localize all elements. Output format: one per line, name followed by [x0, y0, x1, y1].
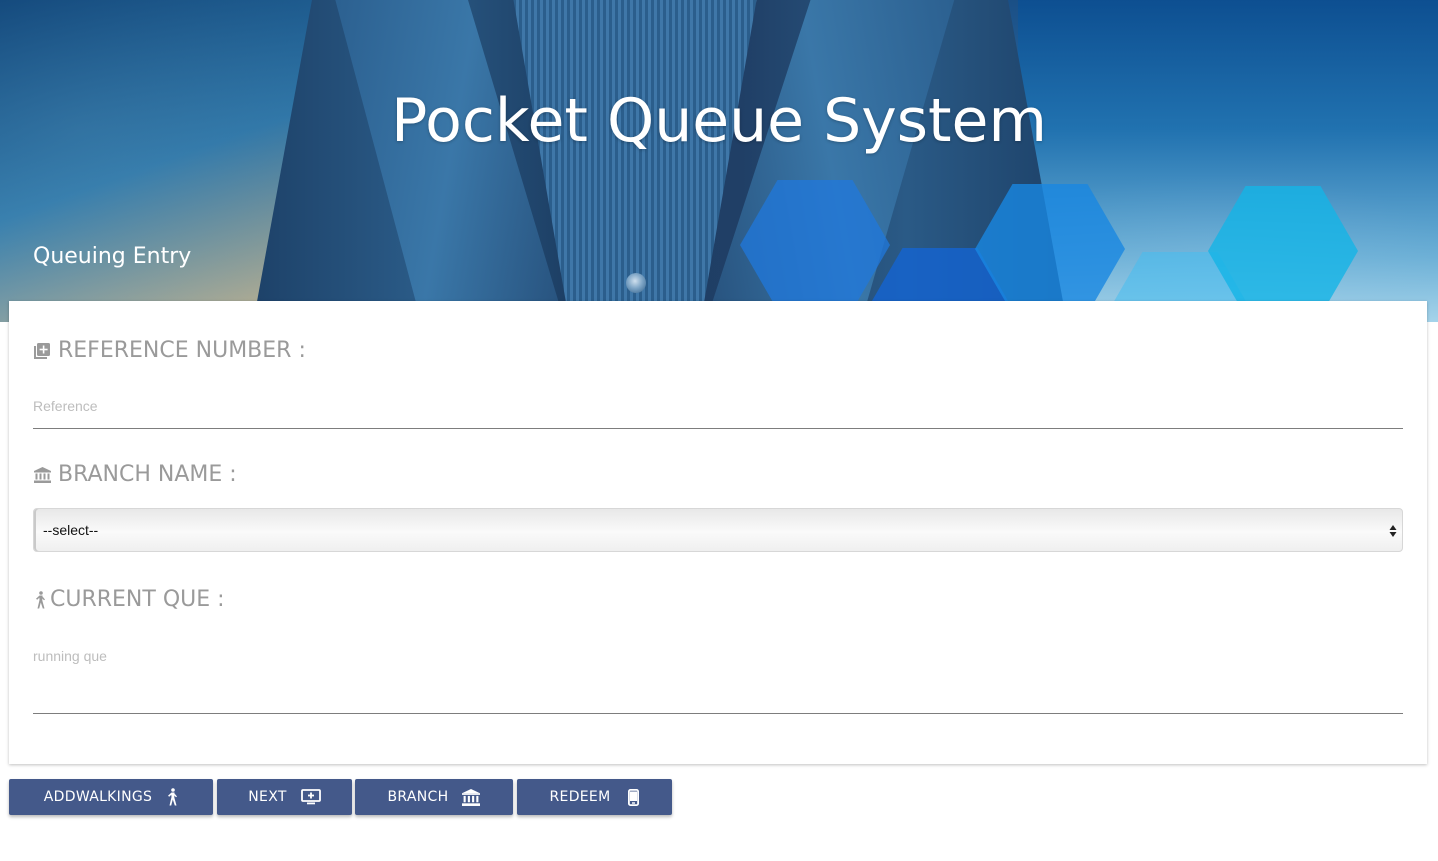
walking-person-icon [166, 788, 178, 806]
branch-button-label: BRANCH [387, 789, 449, 805]
branch-select[interactable]: --select-- [33, 508, 1403, 552]
current-que-label-text: CURRENT QUE : [50, 587, 225, 612]
current-que-label: CURRENT QUE : [33, 587, 225, 612]
branch-name-label-text: BRANCH NAME : [58, 462, 237, 487]
redeem-button-label: REDEEM [549, 789, 611, 805]
page-title: Pocket Queue System [391, 86, 1047, 156]
page-subtitle: Queuing Entry [33, 244, 192, 269]
walking-person-icon [33, 590, 47, 609]
add-walkings-button[interactable]: ADDWALKINGS [9, 779, 213, 815]
reference-input[interactable] [33, 397, 1403, 429]
add-to-queue-icon [300, 789, 321, 805]
branch-button[interactable]: BRANCH [355, 779, 513, 815]
reference-number-label-text: REFERENCE NUMBER : [58, 338, 306, 363]
bank-icon [33, 466, 51, 484]
select-arrows-icon [1389, 523, 1397, 539]
branch-select-value: --select-- [43, 522, 99, 538]
hero-banner: Pocket Queue System Queuing Entry [0, 0, 1438, 322]
add-to-queue-icon [33, 342, 51, 360]
bank-icon [462, 788, 481, 806]
next-button-label: NEXT [248, 789, 287, 805]
phone-icon [628, 788, 640, 806]
reference-number-label: REFERENCE NUMBER : [33, 338, 306, 363]
branch-name-label: BRANCH NAME : [33, 462, 237, 487]
next-button[interactable]: NEXT [217, 779, 352, 815]
hero-shirt-button [626, 273, 646, 293]
running-que-input[interactable] [33, 647, 1403, 714]
add-walkings-button-label: ADDWALKINGS [43, 789, 153, 805]
redeem-button[interactable]: REDEEM [517, 779, 672, 815]
queue-entry-card: REFERENCE NUMBER : BRANCH NAME : --selec… [9, 301, 1427, 764]
